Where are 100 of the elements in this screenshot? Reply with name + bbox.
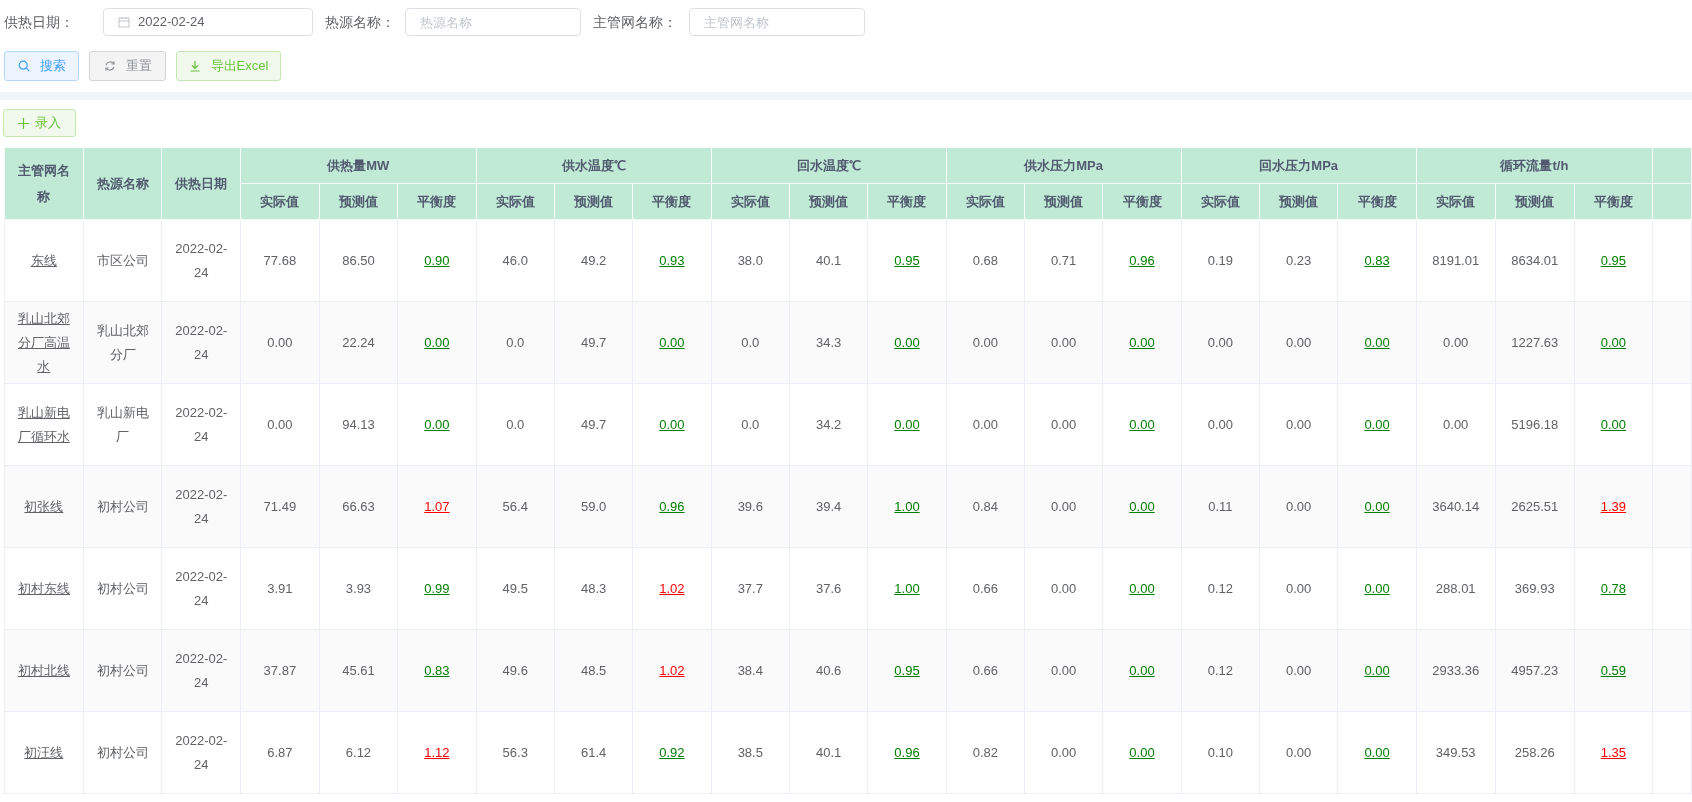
table-cell: 0.00 — [1024, 465, 1103, 548]
balance-link[interactable]: 0.96 — [894, 744, 920, 760]
filter-label: 热源名称： — [325, 12, 396, 32]
table-cell: 40.6 — [789, 629, 868, 712]
column-header: 实际值 — [1181, 183, 1260, 220]
table-cell: 59.0 — [554, 465, 633, 548]
balance-link[interactable]: 1.00 — [894, 580, 920, 596]
balance-link[interactable]: 1.00 — [894, 498, 920, 514]
balance-link[interactable]: 0.00 — [1364, 416, 1390, 432]
table-cell: 258.26 — [1495, 711, 1575, 794]
balance-link[interactable]: 0.00 — [894, 416, 920, 432]
date-field[interactable]: 2022-02-24 — [103, 8, 313, 36]
balance-link[interactable]: 0.00 — [659, 416, 685, 432]
table-cell: 乳山新电厂 — [83, 383, 162, 466]
balance-link[interactable]: 0.96 — [659, 498, 685, 514]
balance-link[interactable]: 0.95 — [894, 662, 920, 678]
reset-button[interactable]: 重置 — [89, 51, 166, 81]
balance-link[interactable]: 0.00 — [1364, 580, 1390, 596]
balance-link[interactable]: 0.00 — [894, 334, 920, 350]
balance-link[interactable]: 0.00 — [1129, 580, 1155, 596]
balance-link[interactable]: 0.00 — [424, 416, 450, 432]
balance-link[interactable]: 0.00 — [1129, 334, 1155, 350]
column-header: 平衡度 — [1102, 183, 1182, 220]
table-cell: 8634.01 — [1495, 219, 1575, 302]
balance-link[interactable]: 0.00 — [1129, 744, 1155, 760]
search-icon — [17, 60, 30, 72]
column-header: 预测值 — [319, 183, 398, 220]
table-cell: 2625.51 — [1495, 465, 1575, 548]
table-cell: 0.00 — [1024, 383, 1103, 466]
balance-link[interactable]: 0.00 — [1364, 334, 1390, 350]
balance-link[interactable]: 0.00 — [659, 334, 685, 350]
column-header: 平衡度 — [397, 183, 477, 220]
table-cell: 0.12 — [1181, 629, 1260, 712]
balance-link[interactable]: 0.00 — [1364, 662, 1390, 678]
column-group-header: 供水压力MPa — [946, 147, 1182, 184]
table-cell: 34.2 — [789, 383, 868, 466]
table-cell: 0.00 — [1259, 711, 1338, 794]
table-cell: 5196.18 — [1495, 383, 1575, 466]
balance-link[interactable]: 0.90 — [424, 252, 450, 268]
balance-link[interactable]: 0.00 — [1129, 416, 1155, 432]
balance-link[interactable]: 0.83 — [424, 662, 450, 678]
table-cell: 22.24 — [319, 301, 398, 384]
column-header: 实际值 — [711, 183, 790, 220]
table-cell: 2022-02-24 — [161, 465, 241, 548]
table-cell: 市区公司 — [83, 219, 162, 302]
column-header: 平衡度 — [1574, 183, 1653, 220]
balance-link[interactable]: 0.83 — [1364, 252, 1390, 268]
filter-label: 供热日期： — [4, 12, 75, 32]
table-cell: 61.4 — [554, 711, 633, 794]
balance-link[interactable]: 0.00 — [1600, 416, 1627, 432]
column-header: 预测值 — [789, 183, 868, 220]
table-cell: 40.1 — [789, 711, 868, 794]
table-cell: 39.6 — [711, 465, 790, 548]
balance-link[interactable]: 0.99 — [424, 580, 450, 596]
column-group-header: 回水温度℃ — [711, 147, 947, 184]
balance-link[interactable]: 0.00 — [1600, 334, 1627, 350]
balance-link[interactable]: 0.95 — [1600, 252, 1627, 268]
balance-link[interactable]: 0.95 — [894, 252, 920, 268]
table-cell: 初村公司 — [83, 629, 162, 712]
table-cell: 0.84 — [946, 465, 1025, 548]
table-cell: 46.0 — [476, 219, 555, 302]
balance-link[interactable]: 1.07 — [424, 498, 450, 514]
table-cell: 0.66 — [946, 547, 1025, 630]
table-cell: 56.3 — [476, 711, 555, 794]
balance-link[interactable]: 1.02 — [659, 662, 685, 678]
table-cell: 0.23 — [1259, 219, 1338, 302]
table-cell: 0.00 — [1024, 711, 1103, 794]
table-cell: 2022-02-24 — [161, 383, 241, 466]
input-field[interactable]: 热源名称 — [405, 8, 581, 36]
balance-link[interactable]: 0.00 — [1364, 744, 1390, 760]
table-cell: 349.53 — [1416, 711, 1496, 794]
input-field[interactable]: 主管网名称 — [689, 8, 865, 36]
table-cell: 0.00 — [1181, 383, 1260, 466]
download-icon — [188, 60, 201, 72]
table-cell: 2022-02-24 — [161, 219, 241, 302]
balance-link[interactable]: 1.35 — [1600, 744, 1627, 760]
table-cell: 40.1 — [789, 219, 868, 302]
table-cell: 86.50 — [319, 219, 398, 302]
table-cell: 0.00 — [1416, 383, 1496, 466]
balance-link[interactable]: 0.00 — [1129, 498, 1155, 514]
balance-link[interactable]: 0.00 — [1364, 498, 1390, 514]
balance-link[interactable]: 1.39 — [1600, 498, 1627, 514]
table-cell: 0.10 — [1181, 711, 1260, 794]
table-cell: 6.87 — [240, 711, 320, 794]
table-cell: 8191.01 — [1416, 219, 1496, 302]
table-cell: 0.0 — [476, 383, 555, 466]
balance-link[interactable]: 0.93 — [659, 252, 685, 268]
balance-link[interactable]: 1.02 — [659, 580, 685, 596]
balance-link[interactable]: 1.12 — [424, 744, 450, 760]
table-cell: 37.7 — [711, 547, 790, 630]
column-header: 预测值 — [1024, 183, 1103, 220]
balance-link[interactable]: 0.92 — [659, 744, 685, 760]
balance-link[interactable]: 0.78 — [1600, 580, 1627, 596]
column-header: 预测值 — [1495, 183, 1575, 220]
column-header: 实际值 — [1416, 183, 1496, 220]
calendar-icon — [118, 16, 130, 28]
balance-link[interactable]: 0.00 — [1129, 662, 1155, 678]
balance-link[interactable]: 0.00 — [424, 334, 450, 350]
balance-link[interactable]: 0.96 — [1129, 252, 1155, 268]
balance-link[interactable]: 0.59 — [1600, 662, 1627, 678]
